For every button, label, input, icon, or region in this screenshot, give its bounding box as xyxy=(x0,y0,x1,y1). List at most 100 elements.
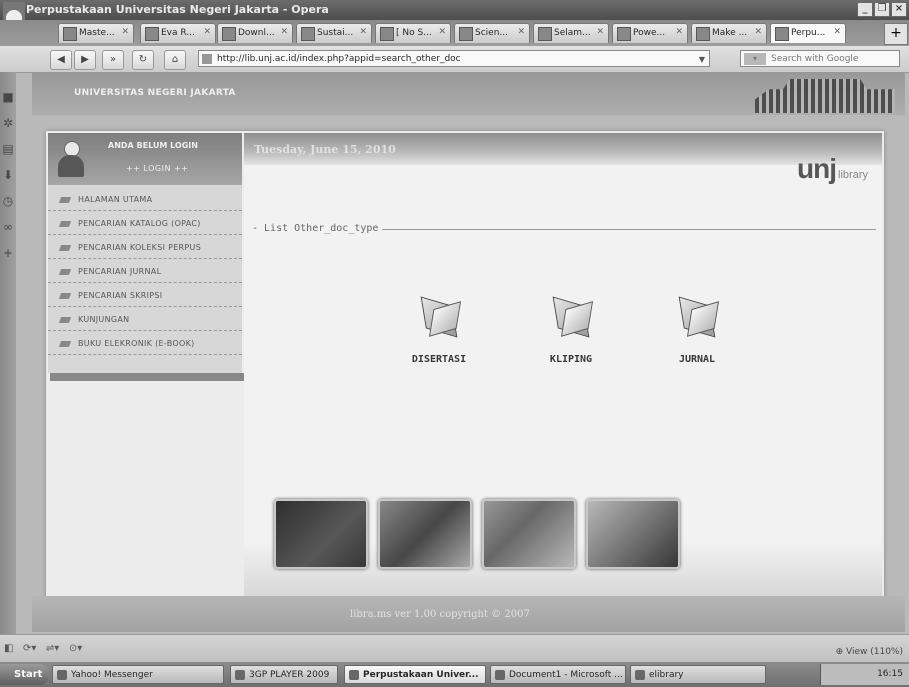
menu-item-katalog-opac[interactable]: PENCARIAN KATALOG (OPAC) xyxy=(48,213,242,235)
chevron-down-icon[interactable]: ▼ xyxy=(699,51,705,68)
close-button[interactable]: × xyxy=(891,2,907,17)
tab-7[interactable]: Selam... ✕ xyxy=(533,23,609,43)
bookmarks-panel-icon[interactable]: ■ xyxy=(1,90,15,104)
page-icon xyxy=(696,27,710,41)
doc-type-kliping[interactable]: KLIPING xyxy=(526,296,616,365)
login-status: ANDA BELUM LOGIN xyxy=(108,141,198,150)
address-field[interactable]: http://lib.unj.ac.id/index.php?appid=sea… xyxy=(198,50,710,67)
forward-button[interactable]: ▶ xyxy=(74,50,96,70)
tab-8[interactable]: Powe... ✕ xyxy=(612,23,688,43)
menu-item-jurnal[interactable]: PENCARIAN JURNAL xyxy=(48,261,242,283)
page-icon xyxy=(63,27,77,41)
clock: 16:15 xyxy=(877,669,903,679)
current-date: Tuesday, June 15, 2010 xyxy=(254,143,396,156)
tab-9[interactable]: Make ... ✕ xyxy=(691,23,767,43)
tab-1[interactable]: Maste... ✕ xyxy=(58,23,134,43)
book-icon[interactable] xyxy=(675,296,720,338)
downloads-panel-icon[interactable]: ⬇ xyxy=(1,168,15,182)
unj-library-logo: unj library xyxy=(797,153,868,184)
app-icon xyxy=(57,670,67,680)
photo-thumbnail xyxy=(586,499,680,569)
window-title: Perpustakaan Universitas Negeri Jakarta … xyxy=(26,3,329,16)
list-heading: - List Other_doc_type xyxy=(252,223,383,234)
page-viewport: UNIVERSITAS NEGERI JAKARTA ANDA BELUM LO… xyxy=(16,73,909,634)
taskbar-item-elibrary[interactable]: elibrary xyxy=(630,665,766,684)
tab-close-icon[interactable]: ✕ xyxy=(203,27,211,37)
browser-status-bar: ◧ ⟳▾ ⇌▾ ⊙▾ ⊕ View (110%) xyxy=(0,634,909,663)
start-button[interactable]: Start xyxy=(0,664,48,685)
page-icon xyxy=(538,27,552,41)
side-panel: ■ ✲ ▤ ⬇ ◷ ∞ + xyxy=(0,72,16,634)
tab-close-icon[interactable]: ✕ xyxy=(359,27,367,37)
page-icon xyxy=(459,27,473,41)
history-panel-icon[interactable]: ◷ xyxy=(1,194,15,208)
tab-close-icon[interactable]: ✕ xyxy=(675,27,683,37)
menu-item-koleksi-perpus[interactable]: PENCARIAN KOLEKSI PERPUS xyxy=(48,237,242,259)
fast-forward-button[interactable]: » xyxy=(102,50,124,70)
maximize-button[interactable]: ❐ xyxy=(874,2,890,17)
doc-type-label[interactable]: JURNAL xyxy=(652,354,742,365)
footer-copyright: libra.ms ver 1.00 copyright © 2007 xyxy=(350,609,530,620)
system-tray: 16:15 xyxy=(820,664,909,685)
menu-item-e-book[interactable]: BUKU ELEKRONIK (E-BOOK) xyxy=(48,333,242,355)
login-link[interactable]: ++ LOGIN ++ xyxy=(126,164,188,173)
doc-type-label[interactable]: DISERTASI xyxy=(394,354,484,365)
taskbar-item-yahoo-messenger[interactable]: Yahoo! Messenger xyxy=(52,665,224,684)
window-title-bar: Perpustakaan Universitas Negeri Jakarta … xyxy=(0,0,909,20)
page-favicon-icon xyxy=(202,54,212,64)
tab-close-icon[interactable]: ✕ xyxy=(596,27,604,37)
links-panel-icon[interactable]: ∞ xyxy=(1,220,15,234)
doc-type-disertasi[interactable]: DISERTASI xyxy=(394,296,484,365)
search-engine-icon[interactable]: ▾ xyxy=(744,53,766,65)
new-tab-button[interactable]: + xyxy=(884,23,908,45)
menu-item-halaman-utama[interactable]: HALAMAN UTAMA xyxy=(48,189,242,211)
menu-arrow-icon xyxy=(58,341,72,347)
doc-type-label[interactable]: KLIPING xyxy=(526,354,616,365)
university-name: UNIVERSITAS NEGERI JAKARTA xyxy=(74,88,236,98)
tab-bar: Maste... ✕ Eva R... ✕ Downl... ✕ Sustai... ✕… xyxy=(0,20,909,46)
tab-6[interactable]: Scien... ✕ xyxy=(454,23,530,43)
page-container: ANDA BELUM LOGIN ++ LOGIN ++ HALAMAN UTA… xyxy=(46,131,884,606)
left-menu: ANDA BELUM LOGIN ++ LOGIN ++ HALAMAN UTA… xyxy=(48,133,244,381)
home-button[interactable]: ⌂ xyxy=(164,50,186,70)
tab-close-icon[interactable]: ✕ xyxy=(754,27,762,37)
windows-taskbar: Start Yahoo! Messenger 3GP PLAYER 2009 P… xyxy=(0,662,909,687)
book-icon[interactable] xyxy=(549,296,594,338)
tab-close-icon[interactable]: ✕ xyxy=(833,27,841,37)
widgets-panel-icon[interactable]: ✲ xyxy=(1,116,15,130)
zoom-control[interactable]: ⊕ View (110%) xyxy=(836,647,903,657)
tab-close-icon[interactable]: ✕ xyxy=(438,27,446,37)
site-footer: libra.ms ver 1.00 copyright © 2007 xyxy=(32,596,905,632)
photo-thumbnail xyxy=(378,499,472,569)
doc-type-jurnal[interactable]: JURNAL xyxy=(652,296,742,365)
menu-arrow-icon xyxy=(58,197,72,203)
photo-thumbnail xyxy=(482,499,576,569)
reload-button[interactable]: ↻ xyxy=(132,50,154,70)
back-button[interactable]: ◀ xyxy=(50,50,72,70)
page-icon xyxy=(775,27,789,41)
taskbar-item-opera[interactable]: Perpustakaan Univer... xyxy=(344,665,486,684)
tab-4[interactable]: Sustai... ✕ xyxy=(296,23,372,43)
taskbar-item-word[interactable]: Document1 - Microsoft ... xyxy=(490,665,626,684)
tab-10-active[interactable]: Perpu... ✕ xyxy=(770,23,846,43)
page-icon xyxy=(301,27,315,41)
tab-close-icon[interactable]: ✕ xyxy=(280,27,288,37)
tab-close-icon[interactable]: ✕ xyxy=(121,27,129,37)
status-tools-icons[interactable]: ◧ ⟳▾ ⇌▾ ⊙▾ xyxy=(4,643,82,654)
tab-5[interactable]: [ No S... ✕ xyxy=(375,23,451,43)
menu-footer-bar xyxy=(50,373,244,381)
address-toolbar: ◀ ▶ » ↻ ⌂ http://lib.unj.ac.id/index.php… xyxy=(0,46,909,73)
search-field[interactable]: ▾ Search with Google xyxy=(740,50,900,67)
tab-3[interactable]: Downl... ✕ xyxy=(217,23,293,43)
book-icon[interactable] xyxy=(417,296,462,338)
tab-2[interactable]: Eva R... ✕ xyxy=(140,23,216,43)
menu-item-skripsi[interactable]: PENCARIAN SKRIPSI xyxy=(48,285,242,307)
taskbar-item-3gp-player[interactable]: 3GP PLAYER 2009 xyxy=(230,665,338,684)
add-panel-icon[interactable]: + xyxy=(1,246,15,260)
tab-close-icon[interactable]: ✕ xyxy=(517,27,525,37)
user-avatar-icon xyxy=(56,139,86,179)
notes-panel-icon[interactable]: ▤ xyxy=(1,142,15,156)
menu-item-kunjungan[interactable]: KUNJUNGAN xyxy=(48,309,242,331)
page-icon xyxy=(222,27,236,41)
minimize-button[interactable]: _ xyxy=(857,2,873,17)
